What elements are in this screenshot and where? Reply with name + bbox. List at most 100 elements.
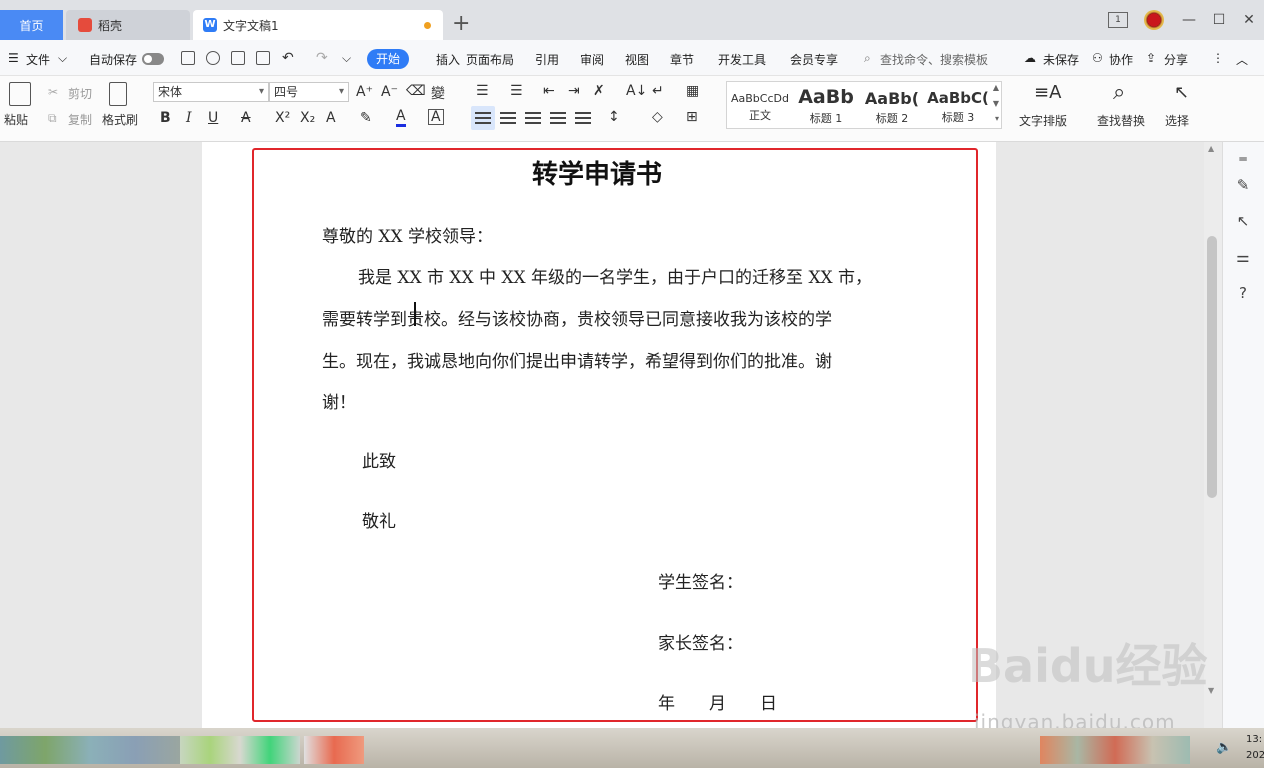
taskbar-clock[interactable]: 13: 202 — [1246, 732, 1264, 764]
cut-button[interactable]: 剪切 — [68, 85, 92, 102]
numbered-list-icon[interactable]: ☰ — [510, 83, 523, 99]
font-size-select[interactable]: 四号 — [269, 82, 349, 102]
menu-review[interactable]: 审阅 — [580, 51, 604, 68]
text-layout-icon[interactable]: ≡A — [1034, 82, 1061, 103]
superscript-icon[interactable]: X² — [275, 110, 290, 126]
menu-chapter[interactable]: 章节 — [670, 51, 694, 68]
format-painter-icon[interactable] — [109, 82, 127, 106]
line-spacing-icon[interactable]: ↕ — [608, 109, 620, 125]
increase-indent-icon[interactable]: ⇥ — [568, 83, 580, 99]
settings-sliders-icon[interactable]: ⚌ — [1234, 248, 1252, 266]
chinese-layout-icon[interactable]: ✗ — [593, 83, 605, 99]
close-button[interactable]: ✕ — [1234, 12, 1264, 28]
quick-access-dropdown-icon[interactable]: ⌵ — [342, 51, 351, 66]
hamburger-icon[interactable]: ☰ — [8, 51, 19, 65]
tab-document[interactable]: W 文字文稿1 — [193, 10, 443, 40]
styles-more-icon[interactable]: ▾ — [995, 114, 999, 123]
clear-format-icon[interactable]: ⌫ — [406, 83, 426, 99]
tab-daoke[interactable]: 稻壳 — [66, 10, 190, 40]
strikethrough-icon[interactable]: A — [241, 110, 251, 126]
menu-start[interactable]: 开始 — [367, 49, 409, 69]
export-icon[interactable] — [206, 51, 220, 65]
share-button[interactable]: 分享 — [1164, 51, 1188, 68]
text-layout-button[interactable]: 文字排版 — [1019, 112, 1067, 129]
chevron-down-icon[interactable]: ⌵ — [58, 51, 67, 66]
magnifier-icon[interactable]: ⌕ — [1113, 80, 1125, 105]
subscript-icon[interactable]: X₂ — [300, 110, 315, 126]
select-button[interactable]: 选择 — [1165, 112, 1189, 129]
scroll-up-icon[interactable]: ▲ — [1208, 144, 1214, 153]
align-right-icon[interactable] — [525, 112, 541, 124]
show-marks-icon[interactable]: ↵ — [652, 83, 664, 99]
minimize-button[interactable]: — — [1174, 12, 1204, 28]
print-preview-icon[interactable] — [256, 51, 270, 65]
style-normal[interactable]: AaBbCcDd 正文 — [727, 82, 793, 128]
menu-insert[interactable]: 插入 — [436, 51, 460, 68]
collab-button[interactable]: 协作 — [1109, 51, 1133, 68]
scrollbar-thumb[interactable] — [1207, 236, 1217, 498]
italic-icon[interactable]: I — [186, 110, 192, 126]
font-color-icon[interactable]: A — [396, 109, 406, 127]
shrink-font-icon[interactable]: A⁻ — [381, 84, 398, 100]
menu-view[interactable]: 视图 — [625, 51, 649, 68]
styles-scroll-down-icon[interactable]: ▼ — [993, 99, 999, 108]
highlight-icon[interactable]: ✎ — [360, 110, 372, 126]
pen-icon[interactable]: ✎ — [1234, 176, 1252, 194]
justify-icon[interactable] — [550, 112, 566, 124]
taskbar-apps-2[interactable] — [180, 736, 300, 764]
find-replace-button[interactable]: 查找替换 — [1097, 112, 1145, 129]
menu-file[interactable]: 文件 — [26, 51, 50, 68]
collab-icon: ⚇ — [1092, 51, 1103, 65]
unsaved-status[interactable]: 未保存 — [1043, 51, 1079, 68]
decrease-indent-icon[interactable]: ⇤ — [543, 83, 555, 99]
panel-handle-icon[interactable]: ═ — [1234, 150, 1252, 168]
borders-icon[interactable]: ⊞ — [686, 109, 698, 125]
save-icon[interactable] — [181, 51, 195, 65]
command-search-input[interactable]: 查找命令、搜索模板 — [880, 51, 988, 68]
autosave-toggle[interactable] — [142, 53, 164, 65]
cursor-select-icon[interactable]: ↖ — [1174, 82, 1189, 103]
grow-font-icon[interactable]: A⁺ — [356, 84, 373, 100]
phonetic-icon[interactable]: 變 — [431, 83, 445, 103]
paste-icon[interactable] — [9, 82, 31, 106]
cursor-icon[interactable]: ↖ — [1234, 212, 1252, 230]
text-effect-icon[interactable]: A — [326, 110, 336, 126]
print-icon[interactable] — [231, 51, 245, 65]
bullet-list-icon[interactable]: ☰ — [476, 83, 489, 99]
shading-icon[interactable]: ◇ — [652, 109, 663, 125]
underline-icon[interactable]: U — [208, 110, 218, 126]
format-painter-button[interactable]: 格式刷 — [102, 111, 138, 128]
font-name-select[interactable]: 宋体 — [153, 82, 269, 102]
menu-developer[interactable]: 开发工具 — [718, 51, 766, 68]
styles-scroll-up-icon[interactable]: ▲ — [993, 83, 999, 92]
taskbar-apps-3[interactable] — [304, 736, 364, 764]
bold-icon[interactable]: B — [160, 110, 171, 126]
avatar[interactable] — [1144, 10, 1164, 30]
taskbar-apps[interactable] — [0, 736, 180, 764]
system-tray[interactable] — [1040, 736, 1190, 764]
maximize-button[interactable]: ☐ — [1204, 12, 1234, 28]
scroll-down-icon[interactable]: ▼ — [1208, 686, 1214, 695]
style-heading-1[interactable]: AaBb 标题 1 — [793, 82, 859, 128]
char-border-icon[interactable]: A — [428, 109, 444, 125]
menu-member[interactable]: 会员专享 — [790, 51, 838, 68]
undo-icon[interactable]: ↶ — [282, 50, 294, 66]
screen-mode-icon[interactable]: 1 — [1108, 12, 1128, 28]
distribute-icon[interactable] — [575, 112, 591, 124]
copy-button[interactable]: 复制 — [68, 111, 92, 128]
sort-icon[interactable]: A↓ — [626, 83, 647, 99]
paste-button[interactable]: 粘贴 — [4, 111, 28, 128]
menu-page-layout[interactable]: 页面布局 — [466, 51, 514, 68]
collapse-ribbon-icon[interactable]: ︿ — [1236, 51, 1248, 68]
style-heading-2[interactable]: AaBb( 标题 2 — [859, 82, 925, 128]
menu-references[interactable]: 引用 — [535, 51, 559, 68]
tab-home[interactable]: 首页 — [0, 10, 63, 40]
more-icon[interactable]: ⋮ — [1212, 51, 1224, 65]
style-heading-3[interactable]: AaBbC( 标题 3 — [925, 82, 991, 128]
align-center-icon[interactable] — [500, 112, 516, 124]
help-icon[interactable]: ? — [1234, 284, 1252, 302]
table-tools-icon[interactable]: ▦ — [686, 83, 699, 99]
new-tab-button[interactable]: + — [452, 12, 470, 36]
redo-icon[interactable]: ↷ — [316, 50, 328, 66]
volume-icon[interactable]: 🔈 — [1216, 740, 1232, 755]
